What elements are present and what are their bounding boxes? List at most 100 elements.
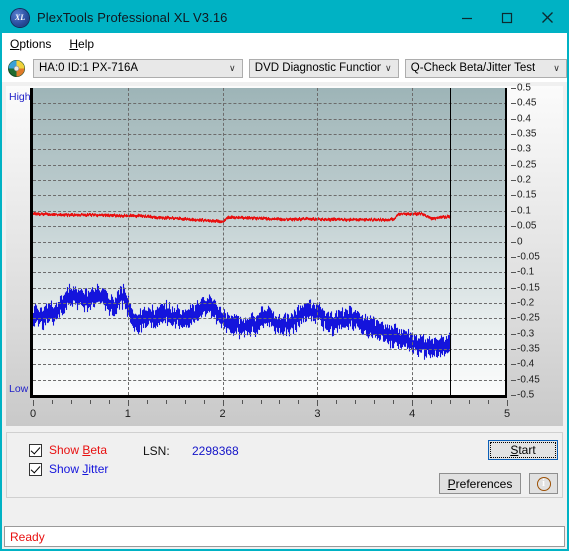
x-axis-tick [89, 400, 91, 404]
y-axis-tick [511, 134, 516, 136]
y-axis-tick [511, 149, 516, 151]
app-logo-icon: XL [11, 8, 29, 27]
menu-help-accel: H [69, 36, 79, 51]
y-axis-tick-label: 0.2 [517, 174, 531, 186]
x-axis-tick [469, 400, 471, 404]
grid-line-vertical [127, 88, 129, 395]
plot-area[interactable] [30, 88, 507, 398]
show-jitter-checkbox[interactable] [29, 462, 42, 476]
grid-line-horizontal [33, 333, 507, 335]
x-axis-tick-label: 1 [124, 408, 131, 420]
x-axis-tick [317, 400, 319, 406]
window-title: PlexTools Professional XL V3.16 [37, 10, 228, 25]
y-axis-tick-label: 0.5 [517, 82, 531, 94]
maximize-button[interactable] [487, 2, 527, 33]
x-axis-tick [298, 400, 300, 404]
y-axis-tick-label: 0.05 [517, 220, 537, 232]
x-axis-tick-label: 4 [409, 408, 416, 420]
start-button[interactable]: Start [488, 440, 558, 460]
plot-right-border [505, 88, 507, 395]
menu-help-rest: elp [78, 36, 95, 51]
y-axis-tick-label: -0.45 [517, 374, 540, 386]
y-axis-tick-label: 0.35 [517, 128, 537, 140]
show-beta-row[interactable]: Show Beta [29, 443, 107, 457]
x-axis-tick [393, 400, 395, 404]
y-axis-tick [511, 379, 516, 381]
y-axis-tick [511, 333, 516, 335]
close-button[interactable] [527, 2, 567, 33]
y-axis-tick-label: 0.15 [517, 189, 537, 201]
x-axis-tick [70, 400, 72, 404]
y-axis-tick-label: -0.25 [517, 312, 540, 324]
menu-item-help[interactable]: Help [69, 37, 94, 51]
show-beta-checkbox[interactable] [29, 443, 42, 457]
grid-line-horizontal [33, 134, 507, 136]
y-axis-tick [511, 118, 516, 120]
grid-line-horizontal [33, 180, 507, 182]
y-axis-tick-label: 0.3 [517, 143, 531, 155]
show-jitter-accel: J [82, 462, 89, 476]
grid-line-vertical [317, 88, 319, 395]
title-bar: XL PlexTools Professional XL V3.16 [2, 2, 567, 33]
y-axis-tick [511, 210, 516, 212]
test-select-value: Q-Check Beta/Jitter Test [410, 62, 536, 74]
minimize-button[interactable] [447, 2, 487, 33]
y-axis-tick [511, 395, 516, 396]
cursor-line[interactable] [450, 88, 452, 395]
x-axis-tick-label: 5 [503, 408, 511, 420]
menu-options-rest: ptions [19, 36, 52, 51]
x-axis-tick [450, 400, 452, 404]
grid-line-horizontal [33, 256, 507, 258]
y-axis-tick-label: 0.4 [517, 113, 531, 125]
plot-canvas [33, 88, 507, 395]
test-select[interactable]: Q-Check Beta/Jitter Test ∨ [404, 58, 567, 78]
y-axis-tick-label: -0.35 [517, 343, 540, 355]
info-button[interactable]: i [529, 473, 558, 494]
show-jitter-row[interactable]: Show Jitter [29, 462, 108, 476]
menu-options-accel: O [10, 36, 20, 51]
grid-line-horizontal [33, 118, 507, 120]
y-axis-tick [511, 103, 516, 105]
grid-line-horizontal [33, 195, 507, 197]
y-axis-tick [511, 318, 516, 320]
grid-line-horizontal [33, 379, 507, 381]
x-axis-tick-label: 3 [314, 408, 321, 420]
x-axis-tick [127, 400, 129, 406]
function-select[interactable]: DVD Diagnostic Functions ∨ [248, 58, 399, 78]
x-axis-tick [184, 400, 186, 404]
y-axis-tick [511, 272, 516, 274]
chevron-down-icon: ∨ [385, 62, 392, 73]
y-axis-tick-label: -0.2 [517, 297, 535, 309]
x-axis-tick [374, 400, 376, 404]
x-axis-tick [488, 400, 490, 404]
grid-line-horizontal [33, 318, 507, 320]
y-axis-tick-label: 0 [517, 236, 523, 247]
show-beta-accel: B [82, 443, 91, 457]
preferences-button[interactable]: Preferences [439, 473, 521, 494]
preferences-button-label: Preferences [447, 476, 513, 491]
drive-select[interactable]: HA:0 ID:1 PX-716A ∨ [33, 58, 243, 78]
y-axis-tick-label: -0.1 [517, 266, 535, 278]
x-axis-tick [241, 400, 243, 404]
x-axis-tick [203, 400, 205, 404]
controls-panel: Show Beta Show Jitter LSN: 2298368 Start… [6, 432, 563, 498]
y-axis-tick [511, 256, 516, 258]
grid-line-horizontal [33, 272, 507, 274]
grid-line-horizontal [33, 241, 507, 243]
grid-line-horizontal [33, 103, 507, 105]
y-axis-tick [511, 241, 516, 243]
menu-item-options[interactable]: Options [10, 37, 51, 51]
x-axis-tick [108, 400, 110, 404]
selector-toolbar: HA:0 ID:1 PX-716A ∨ DVD Diagnostic Funct… [2, 54, 567, 82]
x-axis-tick [355, 400, 357, 404]
lsn-value: 2298368 [192, 444, 239, 458]
x-axis-tick [507, 400, 508, 406]
y-axis-tick-label: 0.25 [517, 159, 537, 171]
y-axis-tick [511, 226, 516, 228]
y-axis-tick-label: 0.45 [517, 97, 537, 109]
x-axis-tick [260, 400, 262, 404]
y-axis-tick [511, 88, 516, 89]
chevron-down-icon: ∨ [553, 62, 560, 73]
x-axis-tick-label: 0 [29, 408, 37, 420]
x-axis-tick [165, 400, 167, 404]
